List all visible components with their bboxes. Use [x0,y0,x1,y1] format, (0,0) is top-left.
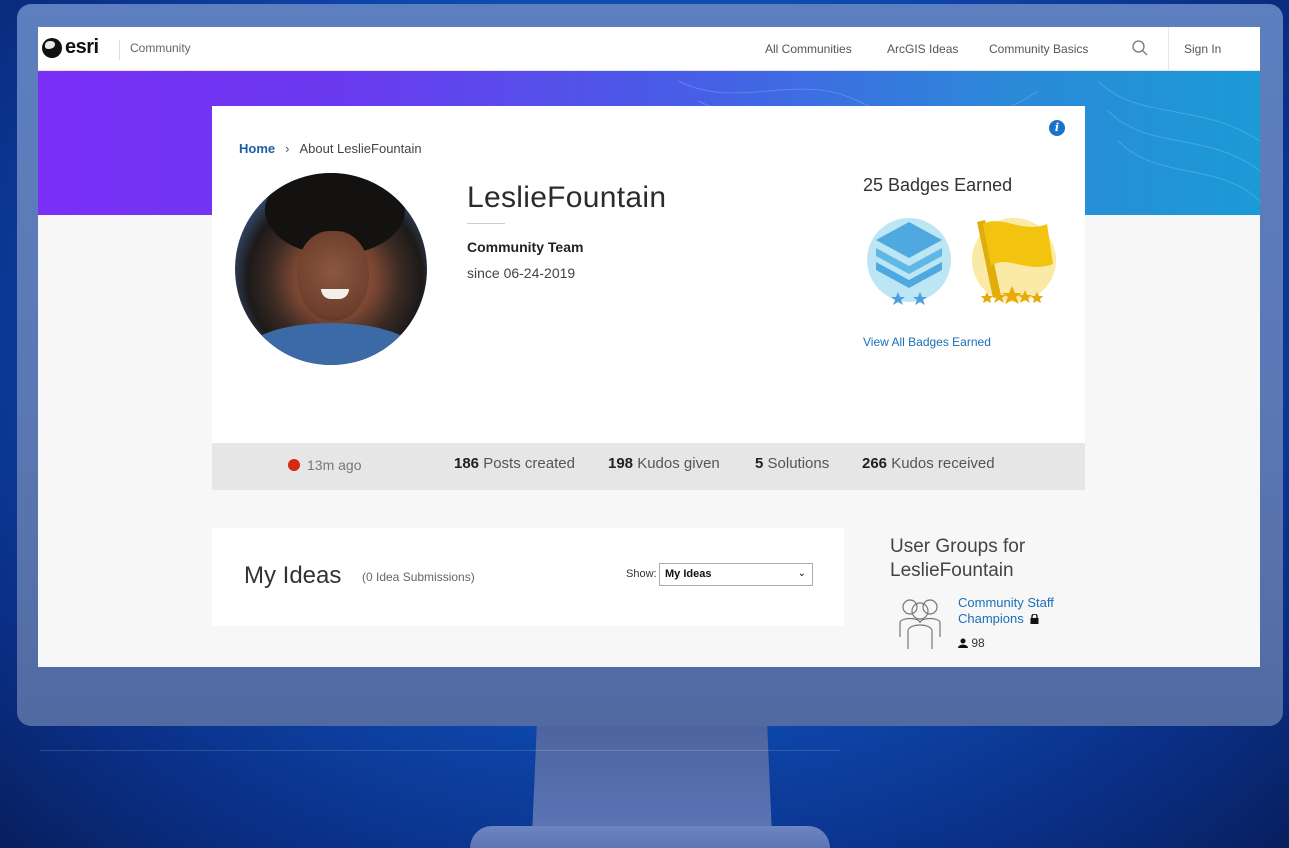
sign-in-link[interactable]: Sign In [1184,42,1221,56]
monitor-stand [532,726,772,836]
profile-username: LeslieFountain [467,181,667,214]
stat-label: Kudos given [637,455,720,472]
breadcrumb-current: About LeslieFountain [299,141,422,156]
divider [467,223,505,224]
chevron-down-icon: ⌄ [797,568,806,579]
stat-kudos-given: 198 Kudos given [608,455,720,472]
stat-kudos-received: 266 Kudos received [862,455,995,472]
stat-solutions: 5 Solutions [755,455,829,472]
my-ideas-panel: My Ideas (0 Idea Submissions) Show: My I… [212,528,844,626]
breadcrumb: Home › About LeslieFountain [239,141,422,156]
profile-card: i Home › About LeslieFountain LeslieFoun… [212,106,1085,443]
group-name: Community Staff Champions [958,595,1054,626]
top-navigation: esri Community All Communities ArcGIS Id… [38,27,1260,71]
view-all-badges-link[interactable]: View All Badges Earned [863,335,991,349]
flag-badge-icon[interactable] [967,216,1057,308]
group-member-count: 98 [958,636,985,650]
chevron-right-icon: › [285,141,290,156]
online-status-indicator [288,459,300,471]
monitor-base [470,826,830,848]
divider [119,40,120,60]
group-link[interactable]: Community Staff Champions [958,595,1088,627]
last-seen: 13m ago [307,457,362,473]
ideas-title: My Ideas [244,562,342,589]
nav-link-arcgis-ideas[interactable]: ArcGIS Ideas [887,42,958,56]
globe-icon [42,37,62,58]
stats-bar: 13m ago 186 Posts created 198 Kudos give… [212,443,1085,490]
esri-logo[interactable]: esri [42,36,99,59]
stat-value: 198 [608,455,634,472]
community-label[interactable]: Community [130,41,191,55]
lock-icon [1030,614,1039,624]
show-label: Show: [626,568,657,580]
search-icon[interactable] [1131,39,1149,57]
avatar [235,173,427,365]
user-groups-title: User Groups for LeslieFountain [890,536,1026,581]
select-value: My Ideas [665,568,712,580]
breadcrumb-home[interactable]: Home [239,141,275,156]
user-icon [958,638,968,648]
member-count: 98 [971,636,985,650]
group-icon [899,599,941,649]
layers-badge-icon[interactable] [864,216,954,308]
desk-reflection [40,750,840,751]
stat-value: 266 [862,455,888,472]
divider [1168,27,1169,71]
stat-value: 5 [755,455,764,472]
badges-title: 25 Badges Earned [863,175,1013,195]
ideas-count: (0 Idea Submissions) [362,570,475,584]
stat-label: Posts created [483,455,575,472]
stat-label: Kudos received [891,455,995,472]
profile-role: Community Team [467,239,584,255]
ideas-filter-select[interactable]: My Ideas ⌄ [659,563,813,586]
profile-since: since 06-24-2019 [467,265,576,281]
nav-link-all-communities[interactable]: All Communities [765,42,852,56]
stat-label: Solutions [767,455,830,472]
logo-text: esri [65,36,99,58]
info-icon[interactable]: i [1049,120,1065,136]
screen: esri Community All Communities ArcGIS Id… [38,27,1260,667]
stat-value: 186 [454,455,480,472]
stat-posts: 186 Posts created [454,455,575,472]
nav-link-community-basics[interactable]: Community Basics [989,42,1088,56]
